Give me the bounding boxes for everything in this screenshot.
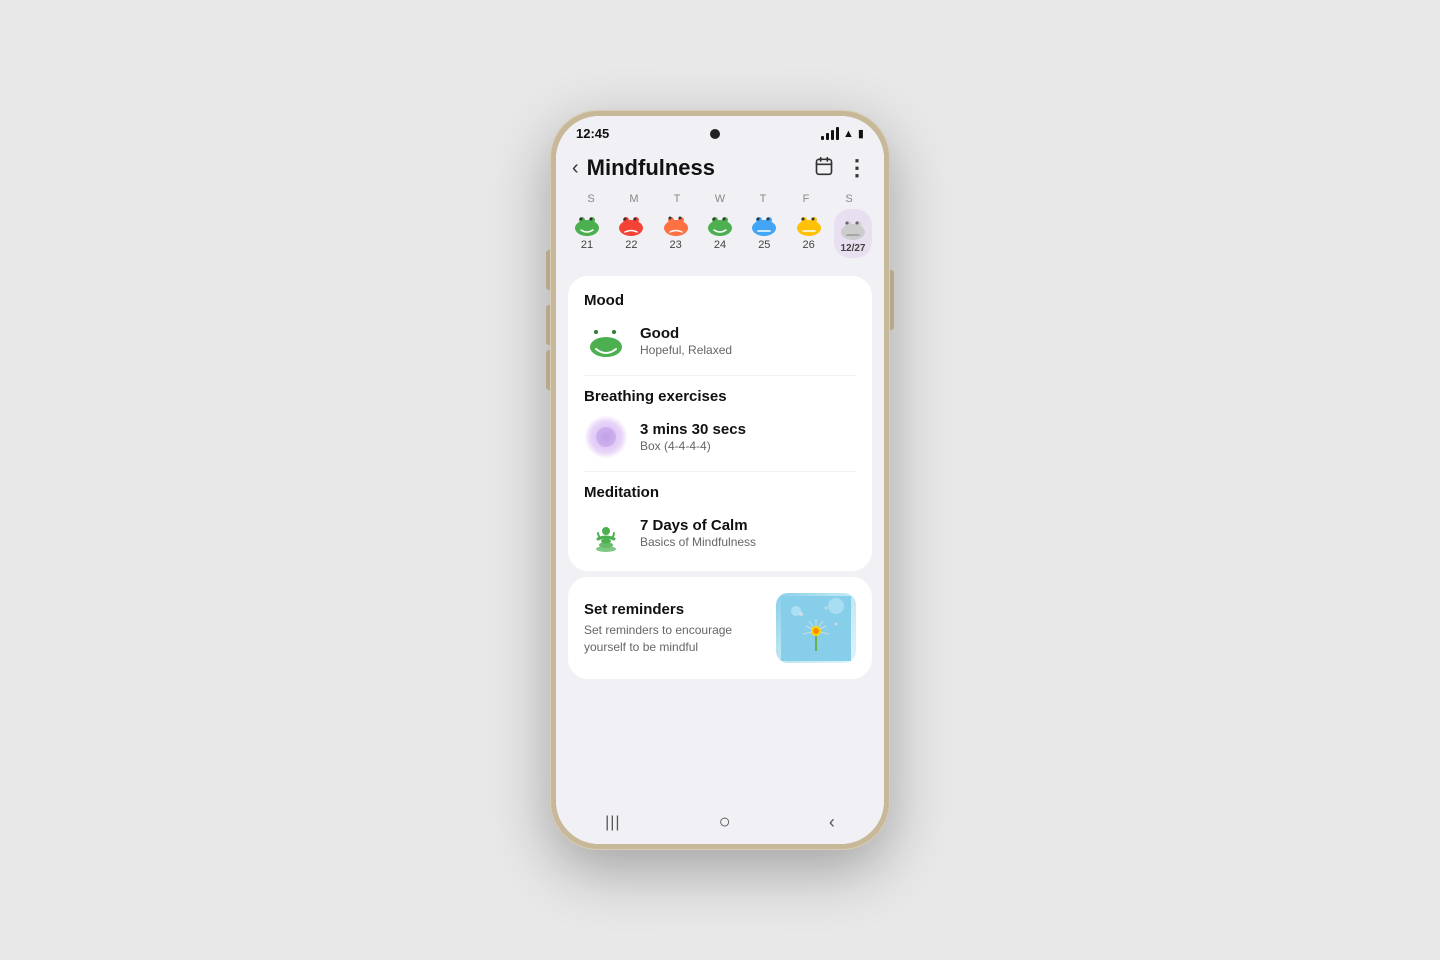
recent-apps-icon[interactable]: ||| (605, 814, 620, 832)
divider-2 (584, 471, 856, 472)
day-num-21: 21 (581, 239, 593, 251)
signal-icon (821, 127, 839, 140)
breathing-item[interactable]: 3 mins 30 secs Box (4-4-4-4) (584, 415, 856, 459)
breathing-duration: 3 mins 30 secs (640, 421, 746, 438)
meditation-sub: Basics of Mindfulness (640, 535, 756, 549)
meditation-icon (584, 511, 628, 555)
day-cell-24[interactable]: 24 (701, 209, 739, 258)
day-header-thu: T (744, 193, 782, 205)
meditation-program: 7 Days of Calm (640, 517, 756, 534)
camera-notch (710, 129, 720, 139)
more-options-icon[interactable]: ⋮ (846, 155, 868, 181)
day-cell-26[interactable]: 26 (790, 209, 828, 258)
reminders-card[interactable]: Set reminders Set reminders to encourage… (568, 577, 872, 679)
home-icon[interactable]: ○ (719, 811, 731, 834)
day-cells: 21 (568, 209, 872, 258)
day-cell-21[interactable]: 21 (568, 209, 606, 258)
day-cell-today[interactable]: 12/27 (834, 209, 872, 258)
mood-face-icon (584, 319, 628, 363)
day-num-22: 22 (625, 239, 637, 251)
wifi-icon: ▲ (843, 128, 854, 140)
day-header-mon: M (615, 193, 653, 205)
day-num-25: 25 (758, 239, 770, 251)
status-bar: 12:45 ▲ ▮ (556, 116, 884, 145)
day-headers: S M T W T F S (568, 193, 872, 205)
day-header-fri: F (787, 193, 825, 205)
status-icons: ▲ ▮ (821, 127, 864, 140)
back-button[interactable]: ‹ (572, 157, 579, 180)
app-content: ‹ Mindfulness ⋮ (556, 145, 884, 803)
status-time: 12:45 (576, 126, 609, 141)
calendar-week: S M T W T F S (556, 189, 884, 270)
mood-section-title: Mood (584, 292, 856, 309)
day-cell-22[interactable]: 22 (612, 209, 650, 258)
calendar-icon[interactable] (814, 156, 834, 181)
reminder-sub: Set reminders to encourage yourself to b… (584, 622, 764, 656)
day-header-wed: W (701, 193, 739, 205)
breathing-inner-circle (596, 427, 616, 447)
day-cell-25[interactable]: 25 (745, 209, 783, 258)
phone-screen: 12:45 ▲ ▮ ‹ Mindfulness (556, 116, 884, 844)
app-header: ‹ Mindfulness ⋮ (556, 145, 884, 189)
breathing-type: Box (4-4-4-4) (640, 439, 746, 453)
battery-icon: ▮ (858, 127, 864, 140)
day-header-tue: T (658, 193, 696, 205)
mood-text: Good Hopeful, Relaxed (640, 325, 732, 357)
breathing-icon (584, 415, 628, 459)
day-num-today: 12/27 (840, 243, 865, 254)
header-actions: ⋮ (814, 155, 868, 181)
bottom-nav: ||| ○ ‹ (556, 803, 884, 844)
mood-label: Good (640, 325, 732, 342)
meditation-text: 7 Days of Calm Basics of Mindfulness (640, 517, 756, 549)
mood-item[interactable]: Good Hopeful, Relaxed (584, 319, 856, 363)
meditation-section-title: Meditation (584, 484, 856, 501)
breathing-section-title: Breathing exercises (584, 388, 856, 405)
mood-sublabel: Hopeful, Relaxed (640, 343, 732, 357)
reminder-image (776, 593, 856, 663)
day-header-sun: S (572, 193, 610, 205)
phone-frame: 12:45 ▲ ▮ ‹ Mindfulness (550, 110, 890, 850)
day-num-26: 26 (803, 239, 815, 251)
breathing-text: 3 mins 30 secs Box (4-4-4-4) (640, 421, 746, 453)
day-header-sat: S (830, 193, 868, 205)
reminder-title: Set reminders (584, 601, 764, 618)
day-cell-23[interactable]: 23 (657, 209, 695, 258)
divider-1 (584, 375, 856, 376)
reminder-img-inner (776, 593, 856, 663)
day-num-24: 24 (714, 239, 726, 251)
mood-card: Mood Good Hopeful, (568, 276, 872, 571)
meditation-item[interactable]: 7 Days of Calm Basics of Mindfulness (584, 511, 856, 555)
reminder-text-col: Set reminders Set reminders to encourage… (584, 601, 764, 656)
day-num-23: 23 (670, 239, 682, 251)
page-title: Mindfulness (587, 155, 814, 181)
back-nav-icon[interactable]: ‹ (829, 812, 835, 833)
